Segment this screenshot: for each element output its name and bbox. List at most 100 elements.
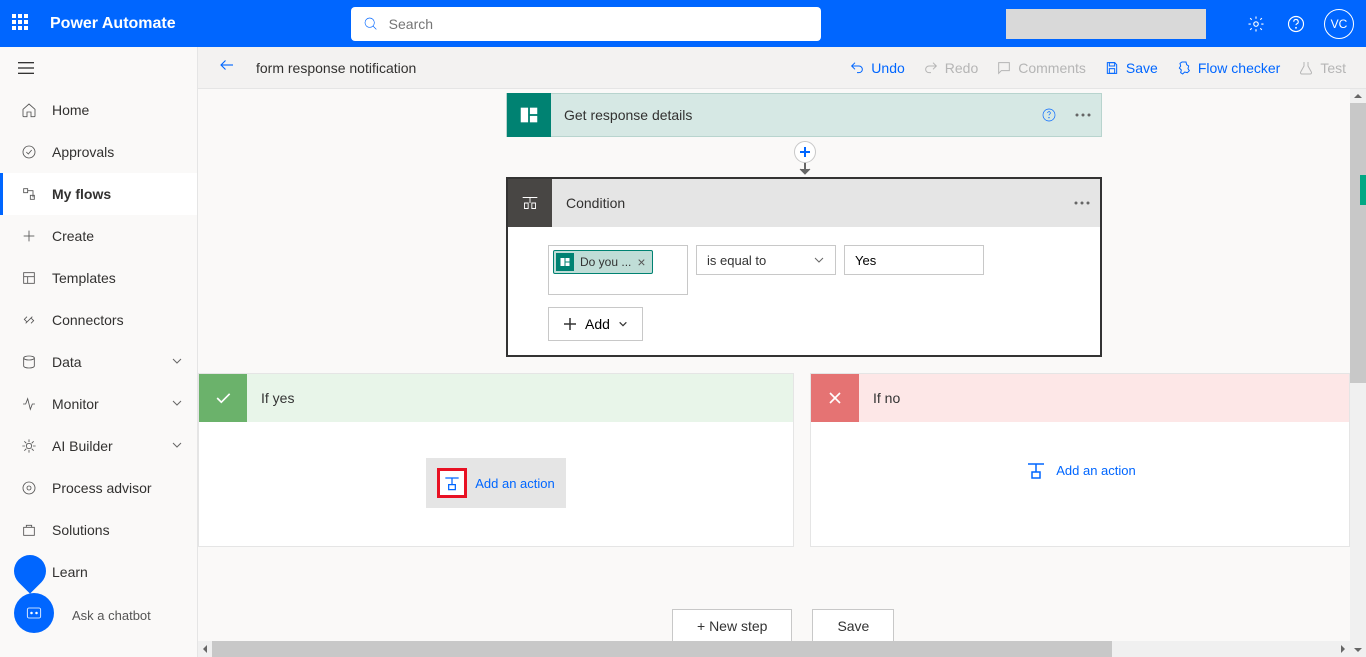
token-label: Do you ...: [580, 255, 631, 269]
condition-operator-select[interactable]: is equal to: [696, 245, 836, 275]
nav-label: Process advisor: [52, 480, 152, 496]
nav-monitor[interactable]: Monitor: [0, 383, 197, 425]
comments-label: Comments: [1018, 60, 1086, 76]
forms-icon: [556, 253, 574, 271]
scroll-down-icon[interactable]: [1350, 643, 1366, 657]
add-condition-row-button[interactable]: Add: [548, 307, 643, 341]
dynamic-token[interactable]: Do you ... ×: [553, 250, 653, 274]
approvals-icon: [20, 143, 38, 161]
environment-picker[interactable]: [1006, 9, 1206, 39]
x-icon: [811, 374, 859, 422]
scrollbar-thumb[interactable]: [212, 641, 1112, 657]
search-bar[interactable]: [351, 7, 821, 41]
create-icon: [20, 227, 38, 245]
nav-label: Home: [52, 102, 89, 118]
condition-title: Condition: [552, 195, 1064, 211]
operator-label: is equal to: [707, 253, 766, 268]
feedback-tab[interactable]: [1360, 175, 1366, 205]
home-icon: [20, 101, 38, 119]
if-yes-branch[interactable]: If yes Add an action: [198, 373, 794, 547]
test-button[interactable]: Test: [1298, 60, 1346, 76]
if-yes-header[interactable]: If yes: [199, 374, 793, 422]
comments-button[interactable]: Comments: [996, 60, 1086, 76]
chevron-down-icon: [171, 396, 183, 412]
undo-button[interactable]: Undo: [849, 60, 904, 76]
ai-icon: [20, 437, 38, 455]
action-card-get-response[interactable]: Get response details: [506, 93, 1102, 137]
insert-step-button[interactable]: [794, 141, 816, 163]
condition-body: Do you ... × is equal to Add: [508, 227, 1100, 355]
horizontal-scrollbar[interactable]: [198, 641, 1350, 657]
scroll-right-icon[interactable]: [1336, 641, 1350, 657]
nav-label: Monitor: [52, 396, 99, 412]
condition-icon: [508, 179, 552, 227]
condition-left-operand[interactable]: Do you ... ×: [548, 245, 688, 295]
nav-label: Data: [52, 354, 82, 370]
nav-connectors[interactable]: Connectors: [0, 299, 197, 341]
hamburger-icon[interactable]: [0, 47, 197, 89]
add-action-icon: [437, 468, 467, 498]
solutions-icon: [20, 521, 38, 539]
scroll-left-icon[interactable]: [198, 641, 212, 657]
if-no-branch[interactable]: If no Add an action: [810, 373, 1350, 547]
process-icon: [20, 479, 38, 497]
card-help-icon[interactable]: [1033, 107, 1065, 123]
search-input[interactable]: [389, 16, 809, 32]
nav-ai-builder[interactable]: AI Builder: [0, 425, 197, 467]
card-title: Get response details: [550, 107, 1033, 123]
redo-button[interactable]: Redo: [923, 60, 978, 76]
editor-toolbar: form response notification Undo Redo Com…: [198, 47, 1366, 89]
nav-label: Solutions: [52, 522, 110, 538]
flow-checker-label: Flow checker: [1198, 60, 1280, 76]
flow-canvas[interactable]: Get response details Condition Do you ..…: [198, 89, 1350, 641]
scroll-up-icon[interactable]: [1350, 89, 1366, 103]
nav-approvals[interactable]: Approvals: [0, 131, 197, 173]
help-icon[interactable]: [1280, 8, 1312, 40]
data-icon: [20, 353, 38, 371]
nav-label: Templates: [52, 270, 116, 286]
flow-title[interactable]: form response notification: [256, 60, 416, 76]
nav-solutions[interactable]: Solutions: [0, 509, 197, 551]
app-launcher-icon[interactable]: [12, 14, 32, 34]
connectors-icon: [20, 311, 38, 329]
flows-icon: [20, 185, 38, 203]
save-button[interactable]: Save: [1104, 60, 1158, 76]
card-more-icon[interactable]: [1064, 201, 1100, 205]
nav-label: Learn: [52, 564, 88, 580]
add-action-label: Add an action: [475, 476, 555, 491]
nav-create[interactable]: Create: [0, 215, 197, 257]
settings-icon[interactable]: [1240, 8, 1272, 40]
new-step-button[interactable]: + New step: [672, 609, 792, 641]
chevron-down-icon: [618, 317, 628, 331]
nav-templates[interactable]: Templates: [0, 257, 197, 299]
nav-label: Connectors: [52, 312, 124, 328]
card-more-icon[interactable]: [1065, 113, 1101, 117]
add-action-yes-button[interactable]: Add an action: [426, 458, 566, 508]
ask-chatbot-label[interactable]: Ask a chatbot: [72, 608, 151, 623]
back-button[interactable]: [218, 56, 242, 80]
nav-label: My flows: [52, 186, 111, 202]
scrollbar-thumb[interactable]: [1350, 103, 1366, 383]
templates-icon: [20, 269, 38, 287]
condition-value-input[interactable]: [844, 245, 984, 275]
flow-checker-button[interactable]: Flow checker: [1176, 60, 1280, 76]
top-header: Power Automate VC: [0, 0, 1366, 47]
save-flow-button[interactable]: Save: [812, 609, 894, 641]
if-no-label: If no: [859, 390, 900, 406]
search-icon: [363, 16, 379, 32]
chatbot-button[interactable]: [14, 593, 54, 633]
nav-data[interactable]: Data: [0, 341, 197, 383]
bottom-buttons: + New step Save: [672, 609, 894, 641]
remove-token-icon[interactable]: ×: [637, 254, 645, 270]
nav-my-flows[interactable]: My flows: [0, 173, 197, 215]
condition-header[interactable]: Condition: [508, 179, 1100, 227]
if-no-header[interactable]: If no: [811, 374, 1349, 422]
user-avatar[interactable]: VC: [1324, 9, 1354, 39]
forms-icon: [507, 93, 551, 137]
add-action-no-button[interactable]: Add an action: [811, 458, 1349, 482]
chevron-down-icon: [171, 354, 183, 370]
nav-home[interactable]: Home: [0, 89, 197, 131]
monitor-icon: [20, 395, 38, 413]
nav-process-advisor[interactable]: Process advisor: [0, 467, 197, 509]
condition-card[interactable]: Condition Do you ... × is equal to: [506, 177, 1102, 357]
